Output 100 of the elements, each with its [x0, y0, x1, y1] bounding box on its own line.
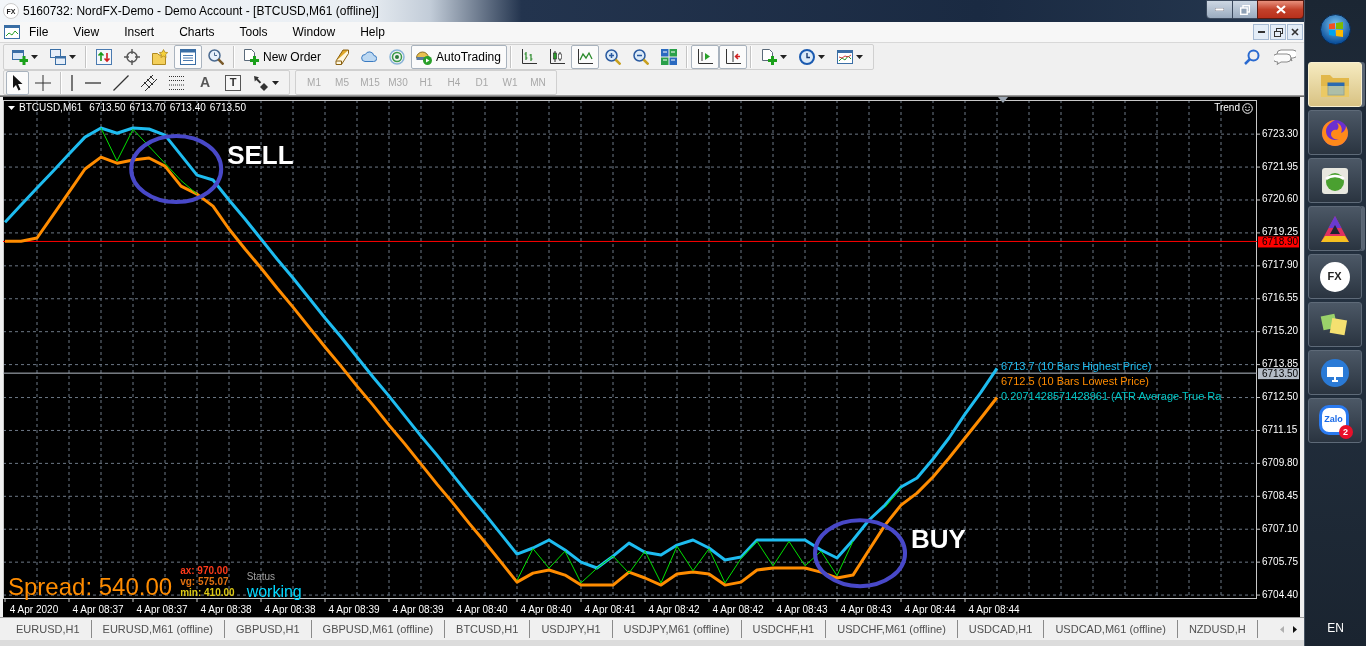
close-button[interactable] — [1287, 24, 1303, 40]
restore-button[interactable] — [1270, 24, 1286, 40]
toolbar-button[interactable] — [570, 44, 599, 69]
zoom-out-icon — [632, 48, 649, 65]
arrows-updown-icon — [96, 48, 112, 65]
minimize-button[interactable] — [1206, 0, 1233, 19]
spread-stat: vg: 575.07 — [180, 576, 229, 587]
chart-tab[interactable]: USDJPY,H1 — [530, 620, 613, 638]
status-label: Status — [246, 571, 276, 583]
price-label: 6709.80 — [1262, 456, 1299, 468]
chart-tab[interactable]: USDCHF,M61 (offline) — [826, 620, 958, 638]
smiley-icon — [1242, 102, 1253, 114]
menu-item[interactable]: Charts — [171, 22, 223, 42]
language-indicator[interactable]: EN — [1327, 619, 1344, 637]
spread-stat: ax: 970.00 — [180, 565, 229, 576]
price-label: 6720.60 — [1262, 193, 1299, 205]
menu-item[interactable]: Insert — [116, 22, 163, 42]
windows-icon — [50, 48, 66, 65]
quote-value: 6713.50 — [89, 102, 126, 114]
search-icon — [1244, 48, 1260, 65]
time-label: 4 Apr 08:37 — [72, 604, 124, 615]
indicator-label: 6712.5 (10 Bars Lowest Price) — [1001, 374, 1150, 390]
chart-tab[interactable]: USDCAD,H1 — [957, 620, 1045, 638]
chart-tab[interactable]: EURUSD,H1 — [5, 620, 92, 638]
price-label: 6715.20 — [1262, 325, 1299, 337]
chat-icon — [1274, 48, 1296, 65]
taskbar-button[interactable]: FX — [1307, 254, 1362, 299]
list-window-icon — [180, 48, 196, 65]
toolbar-button[interactable] — [718, 44, 747, 69]
notes-icon — [1319, 311, 1350, 338]
app-logo: FX — [1319, 261, 1350, 292]
quote-value: 6713.70 — [129, 102, 166, 114]
price-label: 6708.45 — [1262, 489, 1299, 501]
caret-icon — [8, 106, 15, 110]
chart-tab[interactable]: EURUSD,M61 (offline) — [91, 620, 226, 638]
hatched-lines-icon — [141, 74, 157, 91]
chart-tab[interactable]: USDCHF,H1 — [741, 620, 827, 638]
indicator-label: 0.2071428571428961 (ATR Average True Ra — [1001, 389, 1222, 405]
menu-item[interactable]: Window — [284, 22, 344, 42]
time-label: 4 Apr 08:44 — [904, 604, 956, 615]
globe-swirl-icon — [1320, 118, 1349, 147]
chart-tab[interactable]: USDCAD,M61 (offline) — [1044, 620, 1178, 638]
book-icon — [333, 48, 349, 65]
chart-tab[interactable]: GBPUSD,M61 (offline) — [311, 620, 446, 638]
price-label: 6716.55 — [1262, 292, 1299, 304]
price-label: 6719.25 — [1262, 226, 1299, 238]
toolbar-button[interactable]: AutoTrading — [411, 44, 507, 69]
taskbar-button[interactable] — [1307, 158, 1362, 203]
taskbar-button[interactable] — [1307, 206, 1362, 251]
price-label: 6704.40 — [1262, 588, 1299, 600]
indicator-label: 6713.7 (10 Bars Highest Price) — [1001, 359, 1153, 375]
diagonal-line-icon — [113, 74, 129, 91]
price-label: 6721.95 — [1262, 160, 1299, 172]
time-label: 4 Apr 08:40 — [456, 604, 508, 615]
minimize-button[interactable] — [1253, 24, 1269, 40]
start-orb-icon — [1320, 14, 1351, 45]
maximize-button[interactable] — [1233, 0, 1257, 19]
chart-tab[interactable]: GBPUSD,H1 — [225, 620, 312, 638]
chat-button[interactable] — [1274, 48, 1296, 65]
menu-item[interactable]: File — [21, 22, 57, 42]
chart-tab[interactable]: NZDUSD,H — [1177, 620, 1258, 638]
price-label: 6705.75 — [1262, 555, 1299, 567]
close-button[interactable] — [1257, 0, 1304, 19]
chart-window-icon[interactable] — [4, 24, 20, 40]
monitor-icon — [1320, 358, 1349, 387]
taskbar-button[interactable] — [1307, 110, 1362, 155]
symbol-label: BTCUSD,M61 — [19, 102, 83, 114]
toolbar-button[interactable]: New Order — [238, 44, 327, 69]
cursor-icon — [12, 74, 23, 91]
start-button[interactable] — [1320, 14, 1351, 45]
taskbar-button[interactable] — [1307, 302, 1362, 347]
chart-tab[interactable]: BTCUSD,H1 — [445, 620, 531, 638]
toolbar-button[interactable]: A — [191, 70, 219, 95]
minimize-icon — [1257, 31, 1265, 33]
chart-tab[interactable]: USDJPY,M61 (offline) — [612, 620, 742, 638]
taskbar-button[interactable] — [1307, 350, 1362, 395]
menu-item[interactable]: View — [65, 22, 108, 42]
time-label: 4 Apr 08:41 — [584, 604, 636, 615]
taskbar-button[interactable]: Zalo 2 — [1307, 398, 1362, 443]
time-label: 4 Apr 08:44 — [968, 604, 1020, 615]
folder-star-icon — [152, 48, 168, 65]
annotation-label: BUY — [911, 524, 966, 555]
axis-shift-icon — [724, 48, 741, 65]
status-value: working — [246, 583, 302, 600]
document-plus-icon — [243, 48, 259, 65]
search-button[interactable] — [1244, 48, 1260, 65]
time-label: 4 Apr 08:43 — [776, 604, 828, 615]
chart-window-icon — [836, 48, 853, 65]
menu-item[interactable]: Tools — [231, 22, 276, 42]
time-label: 4 Apr 08:42 — [712, 604, 764, 615]
vertical-line-icon — [71, 74, 73, 91]
bar-chart-icon — [520, 48, 537, 65]
time-label: 4 Apr 08:43 — [840, 604, 892, 615]
menu-item[interactable]: Help — [352, 22, 393, 42]
scroll-right-icon[interactable] — [1293, 625, 1297, 633]
toolbar-button[interactable]: T — [225, 74, 241, 91]
time-label: 4 Apr 08:42 — [648, 604, 700, 615]
toolbar-button[interactable] — [690, 44, 719, 69]
toolbar-button[interactable] — [6, 70, 29, 95]
spread-stat: min: 410.00 — [180, 587, 235, 598]
